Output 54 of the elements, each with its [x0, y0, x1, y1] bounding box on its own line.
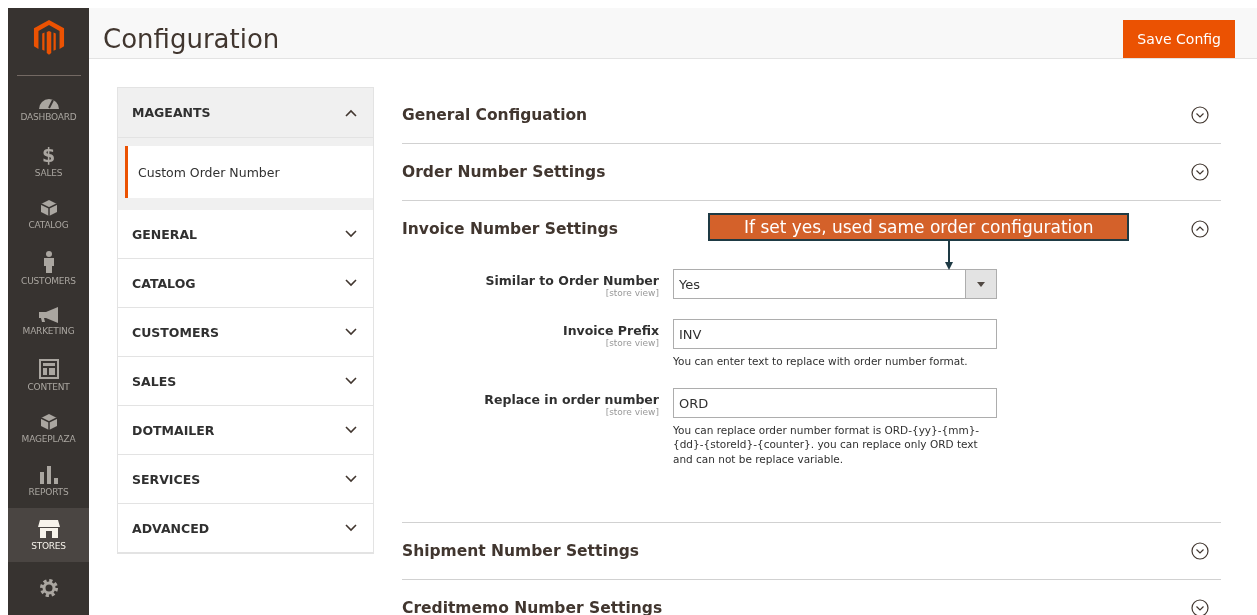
logo-icon — [32, 20, 65, 55]
box-icon — [39, 412, 58, 431]
field-note: You can replace order number format is ORD-{yy}-{mm}-{dd}-{storeId}-{counter}. you can replace only ORD text and can not be replace variable. — [673, 423, 981, 466]
collapse-toggle-icon[interactable] — [1191, 106, 1209, 124]
nav-item[interactable]: STORES — [8, 508, 89, 562]
input-field[interactable]: INV — [673, 319, 997, 349]
field-label: Replace in order number — [484, 392, 659, 408]
megaphone-icon — [37, 307, 60, 324]
nav-item[interactable]: DASHBOARD — [8, 81, 89, 135]
layout-icon — [38, 358, 59, 379]
nav-item[interactable]: MAGEPLAZA — [8, 401, 89, 456]
arrow-drawing — [943, 241, 954, 271]
tab-item[interactable]: Custom Order Number — [125, 146, 373, 198]
box-icon — [39, 199, 58, 218]
nav-item[interactable]: CUSTOMERS — [8, 241, 89, 295]
nav-item[interactable]: CATALOG — [8, 188, 89, 242]
field-note: You can enter text to replace with order number format. — [673, 354, 969, 369]
nav-item[interactable]: $ SALES — [8, 134, 89, 189]
input-field[interactable]: ORD — [673, 388, 997, 419]
field-label: Invoice Prefix — [563, 323, 659, 338]
collapse-toggle-icon[interactable] — [1191, 220, 1209, 238]
chevron-icon — [345, 426, 357, 434]
select-field[interactable]: Yes — [673, 269, 997, 299]
nav-item[interactable]: CONTENT — [8, 348, 89, 402]
person-icon — [42, 250, 55, 273]
save-config-button[interactable]: Save Config — [1123, 20, 1235, 58]
collapse-toggle-icon[interactable] — [1191, 598, 1209, 615]
scope-label: [store view] — [605, 288, 659, 298]
gear-icon — [38, 578, 59, 599]
collapse-toggle-icon[interactable] — [1191, 541, 1209, 560]
section-title[interactable]: Shipment Number Settings — [402, 541, 640, 560]
chevron-icon — [345, 377, 357, 385]
dropdown-caret-icon — [977, 281, 985, 287]
section-title[interactable]: Invoice Number Settings — [402, 220, 618, 238]
bar-chart-icon — [38, 466, 59, 485]
chevron-icon — [345, 230, 357, 238]
chevron-icon — [345, 524, 357, 532]
collapse-toggle-icon[interactable] — [1191, 163, 1209, 181]
scope-label: [store view] — [605, 338, 659, 348]
section-title[interactable]: General Configuation — [402, 106, 588, 124]
chevron-icon — [345, 108, 357, 117]
page-title: Configuration — [103, 24, 280, 54]
store-icon — [37, 519, 60, 538]
field-label: Similar to Order Number — [485, 273, 659, 288]
chevron-icon — [345, 279, 357, 287]
chevron-icon — [345, 328, 357, 336]
callout-note: If set yes, used same order configuration — [708, 213, 1130, 241]
nav-item[interactable]: MARKETING — [8, 295, 89, 349]
nav-item[interactable]: REPORTS — [8, 455, 89, 509]
chevron-icon — [345, 475, 357, 483]
scope-label: [store view] — [605, 407, 659, 418]
section-title[interactable]: Order Number Settings — [402, 163, 606, 181]
dollar-icon: $ — [41, 145, 56, 166]
tab-group-header[interactable]: MAGEANTS — [118, 88, 373, 138]
